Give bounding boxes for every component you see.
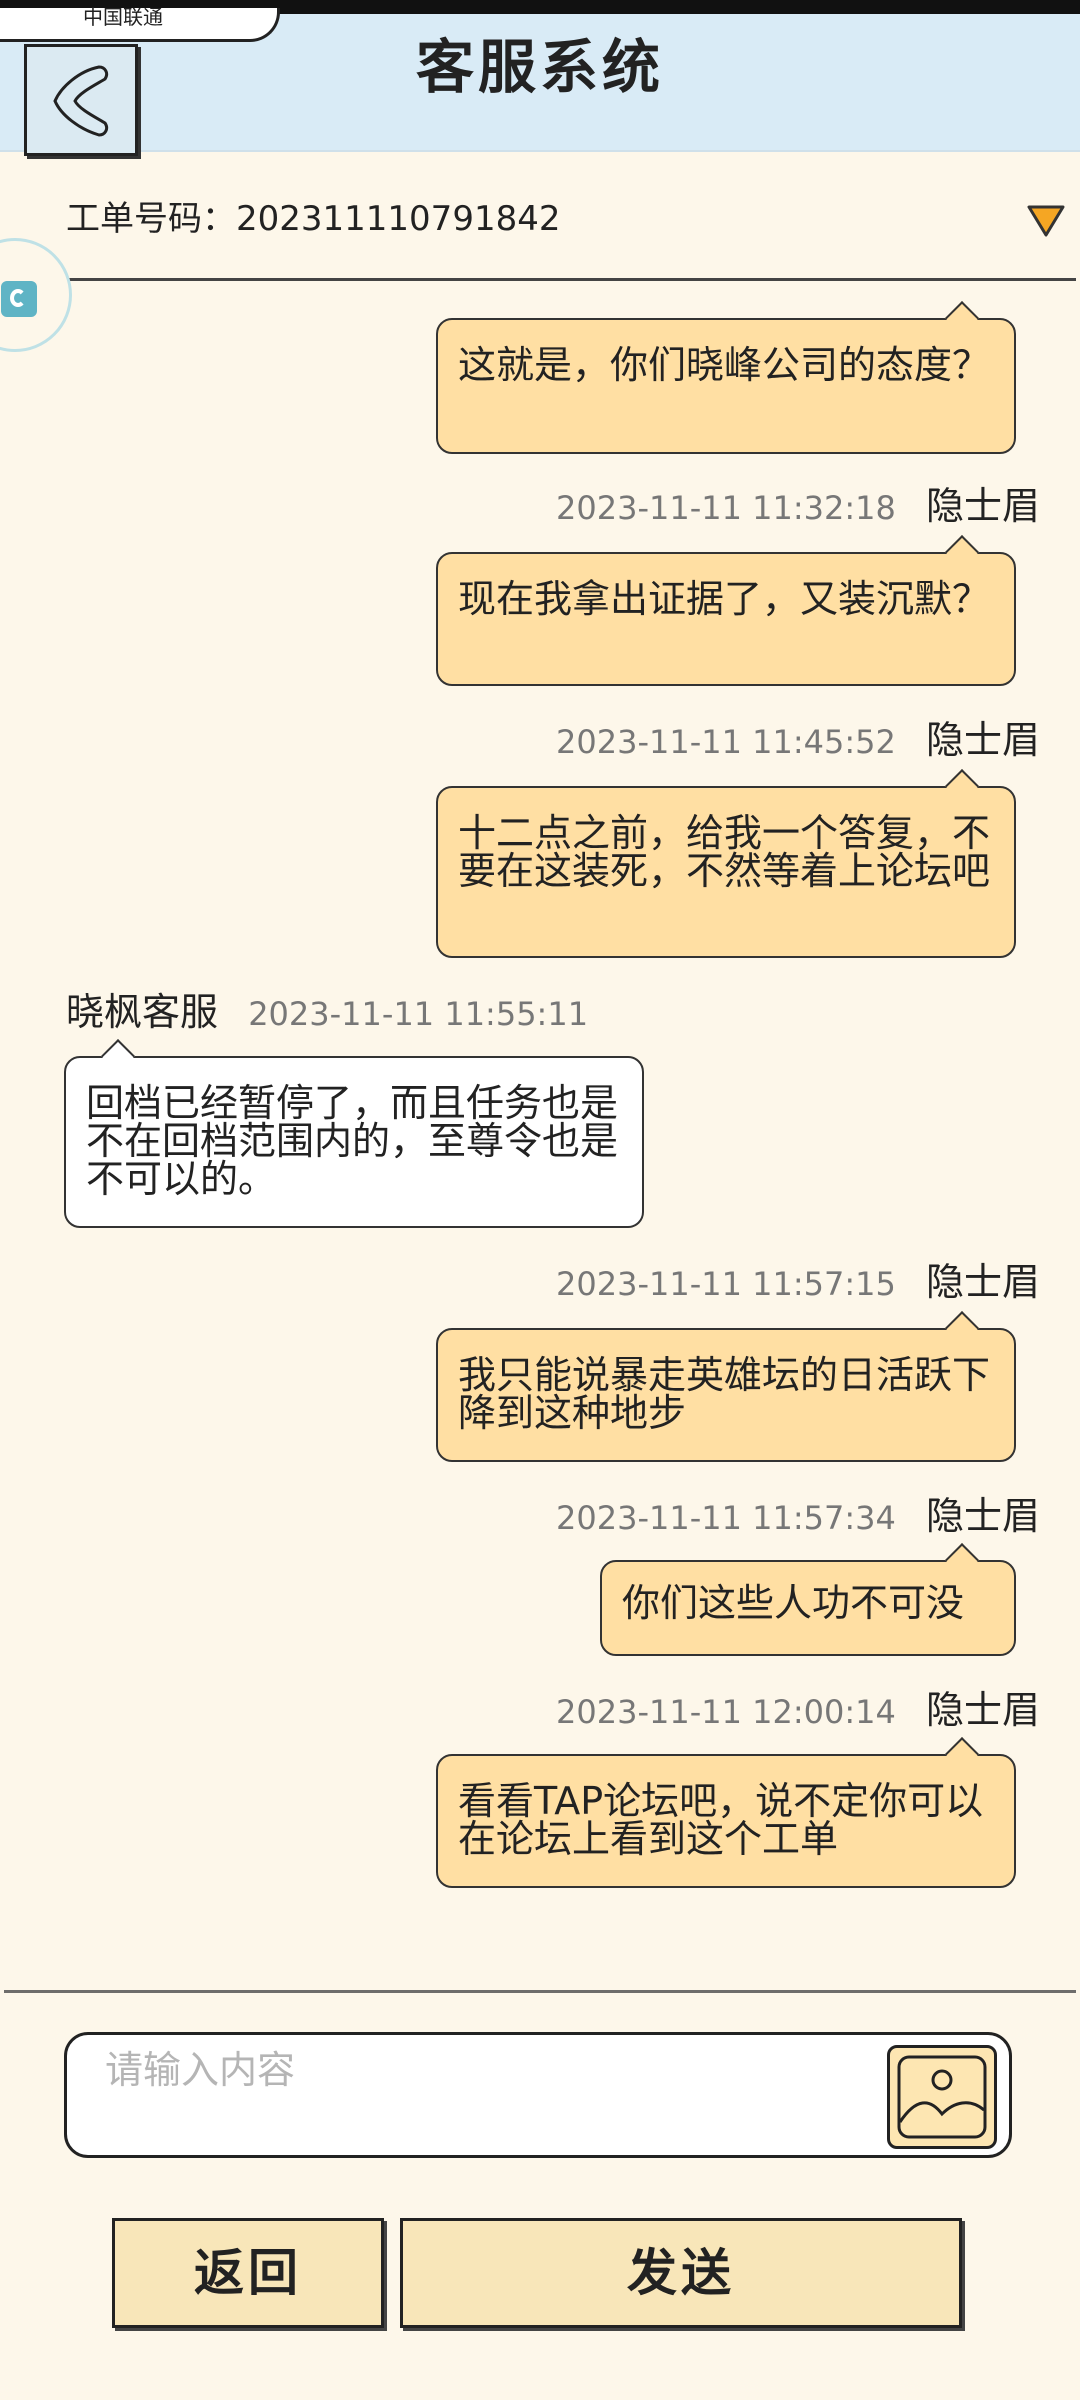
message-text: 看看TAP论坛吧，说不定你可以在论坛上看到这个工单 bbox=[458, 1779, 984, 1861]
message-text: 我只能说暴走英雄坛的日活跃下降到这种地步 bbox=[458, 1353, 991, 1435]
chat-bubble-user: 我只能说暴走英雄坛的日活跃下降到这种地步 bbox=[436, 1328, 1016, 1462]
message-time: 2023-11-11 11:32:18 bbox=[556, 489, 896, 527]
message-time: 2023-11-11 11:57:15 bbox=[556, 1265, 896, 1303]
message-text: 现在我拿出证据了，又装沉默？ bbox=[458, 577, 991, 621]
message-time: 2023-11-11 11:45:52 bbox=[556, 723, 896, 761]
message-sender: 晓枫客服 bbox=[66, 990, 219, 1034]
page-title: 客服系统 bbox=[415, 33, 664, 101]
message-text: 回档已经暂停了，而且任务也是不在回档范围内的，至尊令也是不可以的。 bbox=[86, 1081, 619, 1201]
send-button[interactable]: 发送 bbox=[400, 2218, 962, 2328]
chat-bubble-agent: 回档已经暂停了，而且任务也是不在回档范围内的，至尊令也是不可以的。 bbox=[64, 1056, 644, 1228]
message-input-box bbox=[64, 2032, 1012, 2158]
app-header: 中国联通 客服系统 bbox=[0, 7, 1080, 156]
message-text: 这就是，你们晓峰公司的态度？ bbox=[458, 343, 991, 387]
message-meta: 2023-11-11 11:32:18 隐士眉 bbox=[556, 486, 1040, 528]
message-text: 十二点之前，给我一个答复，不要在这装死，不然等着上论坛吧 bbox=[458, 811, 991, 893]
message-time: 2023-11-11 11:55:11 bbox=[248, 995, 589, 1033]
chat-bubble-user: 你们这些人功不可没 bbox=[600, 1560, 1016, 1656]
message-meta: 2023-11-11 11:57:34 隐士眉 bbox=[556, 1496, 1040, 1538]
image-upload-icon bbox=[897, 2055, 987, 2139]
message-meta: 2023-11-11 11:57:15 隐士眉 bbox=[556, 1262, 1040, 1304]
chat-bubble-user: 现在我拿出证据了，又装沉默？ bbox=[436, 552, 1016, 686]
ticket-number: 工单号码：202311110791842 bbox=[66, 196, 560, 242]
header-divider bbox=[4, 278, 1076, 281]
message-sender: 隐士眉 bbox=[926, 1688, 1041, 1732]
chat-bubble-user: 看看TAP论坛吧，说不定你可以在论坛上看到这个工单 bbox=[436, 1754, 1016, 1888]
message-meta: 晓枫客服 2023-11-11 11:55:11 bbox=[66, 992, 588, 1034]
message-sender: 隐士眉 bbox=[926, 1260, 1041, 1304]
message-time: 2023-11-11 11:57:34 bbox=[556, 1499, 896, 1537]
chat-bubble-user: 这就是，你们晓峰公司的态度？ bbox=[436, 318, 1016, 454]
triangle-down-icon[interactable] bbox=[1026, 204, 1066, 238]
message-time: 2023-11-11 12:00:14 bbox=[556, 1693, 896, 1731]
composer-divider bbox=[4, 1990, 1076, 1993]
ticket-label: 工单号码： bbox=[66, 199, 236, 239]
message-sender: 隐士眉 bbox=[926, 718, 1041, 762]
back-button[interactable]: 返回 bbox=[112, 2218, 384, 2328]
message-meta: 2023-11-11 11:45:52 隐士眉 bbox=[556, 720, 1040, 762]
chat-bubble-user: 十二点之前，给我一个答复，不要在这装死，不然等着上论坛吧 bbox=[436, 786, 1016, 958]
floating-assistant-icon[interactable] bbox=[0, 238, 72, 352]
message-input[interactable] bbox=[103, 2049, 887, 2091]
message-text: 你们这些人功不可没 bbox=[622, 1581, 965, 1625]
message-sender: 隐士眉 bbox=[926, 484, 1041, 528]
image-upload-button[interactable] bbox=[887, 2045, 997, 2149]
message-sender: 隐士眉 bbox=[926, 1494, 1041, 1538]
message-meta: 2023-11-11 12:00:14 隐士眉 bbox=[556, 1690, 1040, 1732]
ticket-value: 202311110791842 bbox=[236, 199, 561, 239]
